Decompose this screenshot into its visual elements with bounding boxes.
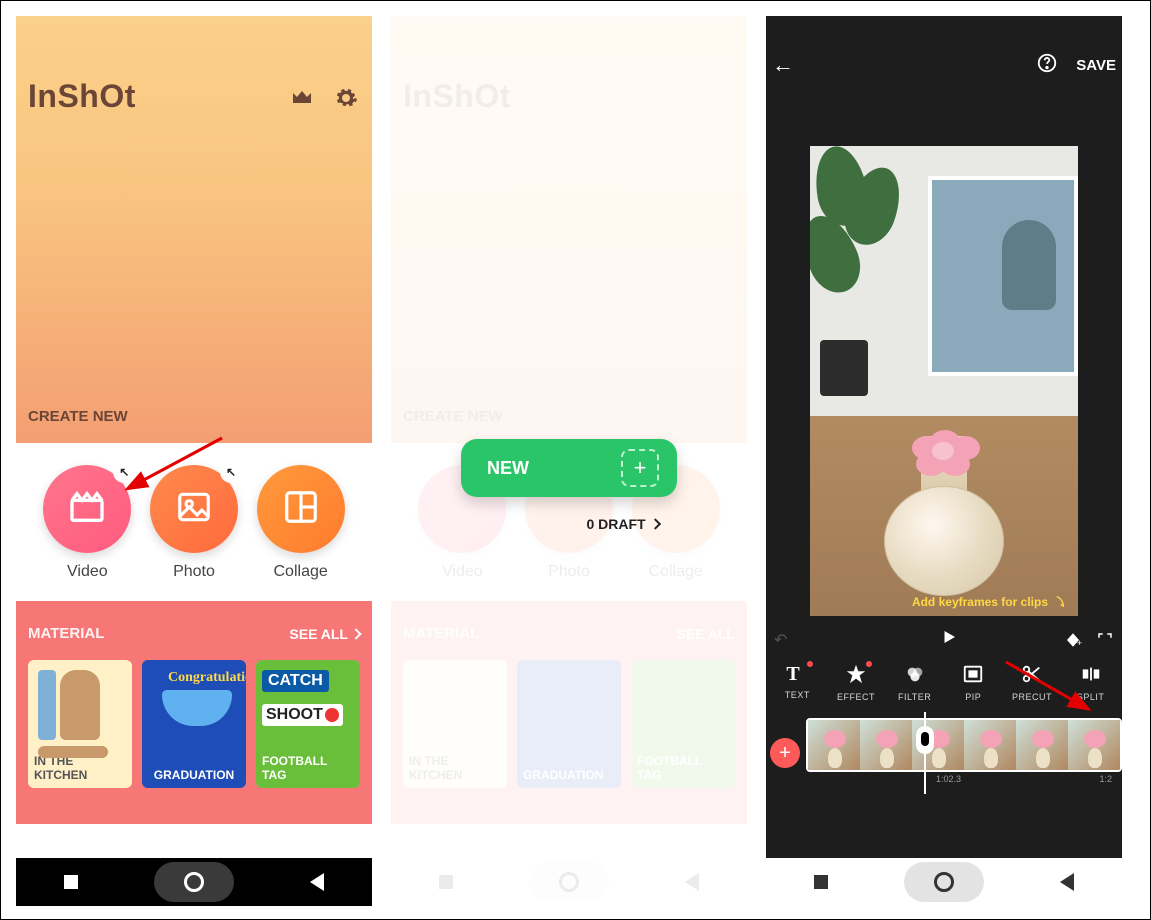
editor-topbar: ← SAVE <box>766 16 1122 86</box>
plus-icon: + <box>621 449 659 487</box>
undo-icon[interactable]: ↶ <box>774 630 834 650</box>
filter-icon <box>904 663 926 687</box>
video-button[interactable]: ↖ Video <box>43 465 131 581</box>
back-arrow-icon[interactable]: ← <box>772 52 794 78</box>
nav-back-icon[interactable] <box>310 873 324 891</box>
material-section: MATERIAL SEE ALL IN THE KITCHEN Congratu… <box>16 601 372 824</box>
save-button[interactable]: SAVE <box>1076 57 1116 74</box>
photo-label: Photo <box>173 563 215 581</box>
collage-icon <box>282 488 320 531</box>
pip-icon <box>962 663 984 687</box>
timeline-clip[interactable] <box>806 718 1122 772</box>
photo-button[interactable]: ↖ Photo <box>150 465 238 581</box>
tool-row: T TEXT EFFECT FILTER PIP PRECUT <box>766 661 1122 708</box>
fullscreen-icon[interactable] <box>1096 631 1114 649</box>
svg-text:+: + <box>1077 638 1082 648</box>
video-preview[interactable]: Add keyframes for clips <box>810 146 1078 616</box>
material-title: MATERIAL <box>28 625 104 642</box>
material-tile-graduation[interactable]: Congratulations! GRADUATION <box>142 660 246 788</box>
android-navbar <box>16 858 372 906</box>
image-icon <box>175 488 213 531</box>
collage-button[interactable]: Collage <box>257 465 345 581</box>
nav-recent-icon[interactable] <box>814 875 828 889</box>
new-project-button[interactable]: NEW + <box>461 439 677 497</box>
timeline[interactable]: + 1:02.3 1:2 <box>766 712 1122 794</box>
tile-label: FOOTBALL TAG <box>262 754 354 782</box>
home-screen-overlay: InShOt CREATE NEW Video Photo Collage MA… <box>391 16 747 906</box>
tool-precut[interactable]: PRECUT <box>1004 663 1060 702</box>
app-logo: InShOt <box>28 78 136 115</box>
add-clip-button[interactable]: + <box>770 738 800 768</box>
nav-recent-icon[interactable] <box>64 875 78 889</box>
material-tile-kitchen[interactable]: IN THE KITCHEN <box>28 660 132 788</box>
hero-banner: InShOt CREATE NEW <box>16 16 372 443</box>
create-actions: ↖ Video ↖ Photo Collage <box>16 443 372 591</box>
keyframe-diamond-icon[interactable]: + <box>1064 631 1114 649</box>
chevron-right-icon <box>650 518 661 529</box>
create-new-label: CREATE NEW <box>28 408 128 425</box>
collage-label: Collage <box>274 563 328 581</box>
notch-icon: ↖ <box>220 461 242 483</box>
new-label: NEW <box>487 458 529 479</box>
tool-filter[interactable]: FILTER <box>887 663 943 702</box>
split-icon <box>1080 663 1102 687</box>
material-tile-football[interactable]: CATCH SHOOT FOOTBALL TAG <box>256 660 360 788</box>
chevron-right-icon <box>350 628 361 639</box>
playback-row: ↶ + <box>766 616 1122 661</box>
android-navbar <box>766 858 1122 906</box>
star-icon <box>845 663 867 687</box>
tool-text[interactable]: T TEXT <box>769 663 825 702</box>
time-labels: 1:02.3 1:2 <box>766 774 1122 784</box>
tool-effect[interactable]: EFFECT <box>828 663 884 702</box>
notch-icon: ↖ <box>113 461 135 483</box>
clapperboard-icon <box>67 487 107 532</box>
play-icon[interactable] <box>940 628 958 651</box>
text-icon: T <box>786 663 808 685</box>
keyframe-hint: Add keyframes for clips <box>912 594 1070 610</box>
home-screen: InShOt CREATE NEW ↖ Video <box>16 16 372 906</box>
nav-back-icon[interactable] <box>1060 873 1074 891</box>
tool-pip[interactable]: PIP <box>945 663 1001 702</box>
scissors-icon <box>1021 663 1043 687</box>
editor-screen: ← SAVE Add keyframes for clips <box>766 16 1122 906</box>
tool-split[interactable]: SPLIT <box>1063 663 1119 702</box>
draft-link[interactable]: 0 DRAFT <box>586 516 659 532</box>
help-icon[interactable] <box>1036 52 1058 78</box>
video-label: Video <box>67 563 108 581</box>
gear-icon[interactable] <box>334 86 358 110</box>
nav-home-button[interactable] <box>904 862 984 902</box>
nav-home-button[interactable] <box>154 862 234 902</box>
crown-icon[interactable] <box>290 86 314 110</box>
tile-label: GRADUATION <box>148 768 240 782</box>
see-all-button[interactable]: SEE ALL <box>289 626 360 642</box>
